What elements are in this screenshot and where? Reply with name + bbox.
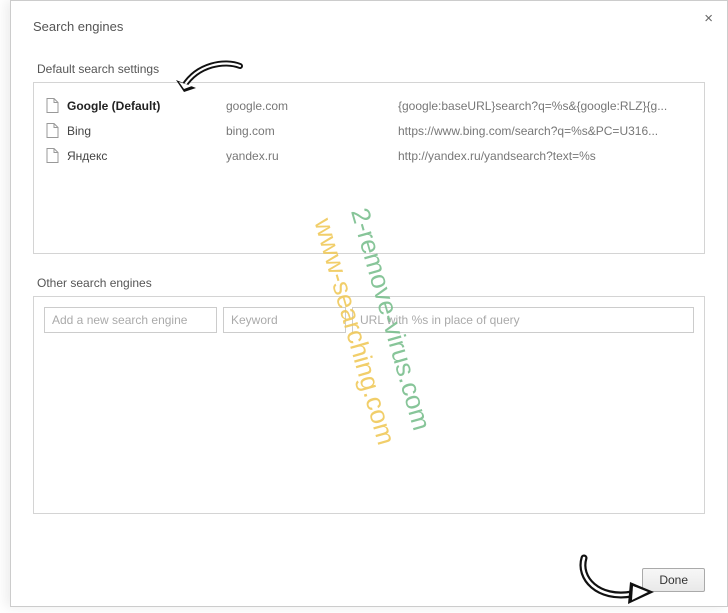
engine-url: http://yandex.ru/yandsearch?text=%s bbox=[398, 149, 692, 163]
engine-name: Яндекс bbox=[67, 149, 107, 163]
dialog-title: Search engines bbox=[33, 19, 705, 34]
new-engine-name-input[interactable] bbox=[44, 307, 217, 333]
default-section-label: Default search settings bbox=[33, 62, 705, 76]
engine-keyword: yandex.ru bbox=[226, 149, 398, 163]
engine-keyword: google.com bbox=[226, 99, 398, 113]
add-engine-row bbox=[42, 307, 696, 333]
other-section-label: Other search engines bbox=[33, 276, 705, 290]
engine-url: https://www.bing.com/search?q=%s&PC=U316… bbox=[398, 124, 692, 138]
page-icon bbox=[46, 98, 59, 113]
new-engine-keyword-input[interactable] bbox=[223, 307, 346, 333]
engine-row[interactable]: Яндекс yandex.ru http://yandex.ru/yandse… bbox=[42, 143, 696, 168]
engine-name: Google (Default) bbox=[67, 99, 160, 113]
page-icon bbox=[46, 123, 59, 138]
dialog-footer: Done bbox=[642, 568, 705, 592]
done-button[interactable]: Done bbox=[642, 568, 705, 592]
close-icon[interactable]: × bbox=[704, 11, 713, 26]
engine-keyword: bing.com bbox=[226, 124, 398, 138]
engine-row[interactable]: Bing bing.com https://www.bing.com/searc… bbox=[42, 118, 696, 143]
engine-url: {google:baseURL}search?q=%s&{google:RLZ}… bbox=[398, 99, 692, 113]
page-icon bbox=[46, 148, 59, 163]
other-engines-panel bbox=[33, 296, 705, 514]
engine-row[interactable]: Google (Default) google.com {google:base… bbox=[42, 93, 696, 118]
engine-name: Bing bbox=[67, 124, 91, 138]
default-engines-panel: Google (Default) google.com {google:base… bbox=[33, 82, 705, 254]
new-engine-url-input[interactable] bbox=[352, 307, 694, 333]
search-engines-dialog: Search engines × Default search settings… bbox=[10, 0, 728, 607]
